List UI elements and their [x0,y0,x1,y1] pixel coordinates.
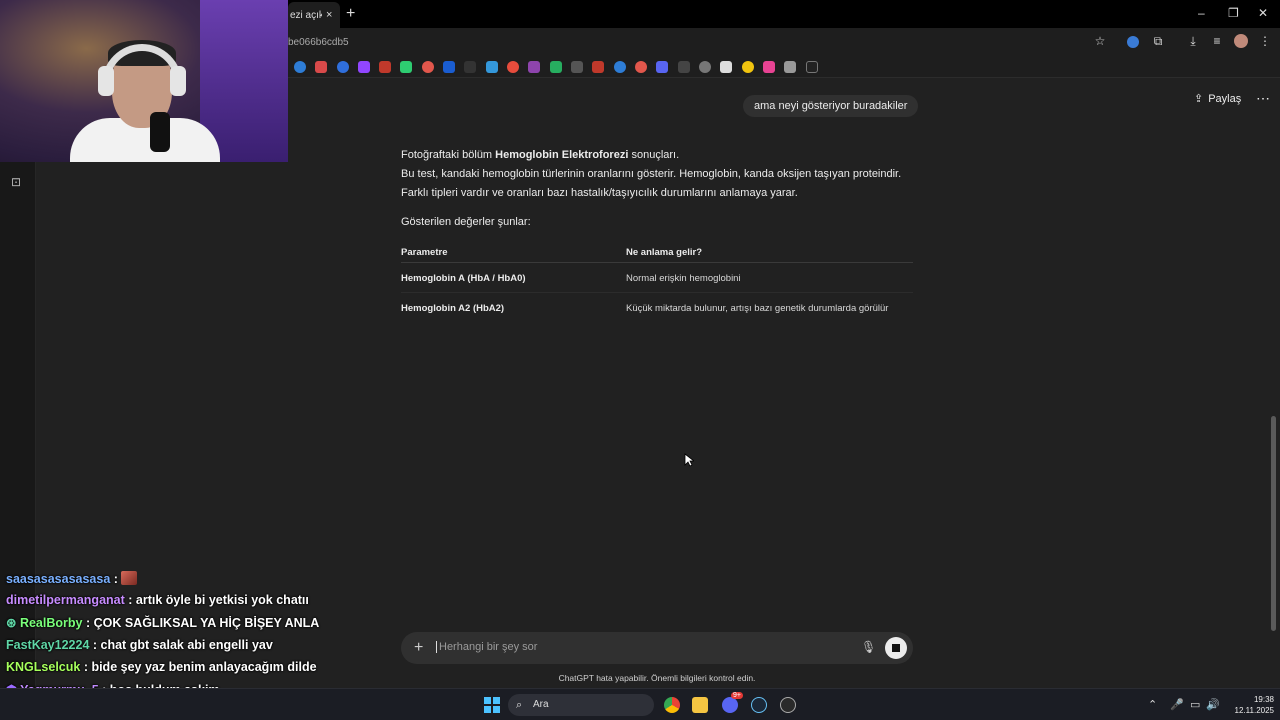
bookmark-icon[interactable] [400,61,412,73]
table-cell: Küçük miktarda bulunur, artışı bazı gene… [626,303,889,314]
table-header: Parametre Ne anlama gelir? [401,241,913,263]
bookmark-icon[interactable] [315,61,327,73]
table-row: Hemoglobin A2 (HbA2) Küçük miktarda bulu… [401,293,913,323]
bookmark-star-icon[interactable]: ☆ [1093,34,1107,48]
bookmark-icon[interactable] [507,61,519,73]
windows-start-icon[interactable] [484,697,500,713]
message-composer[interactable]: + Herhangi bir şey sor 🎙 [401,632,913,664]
column-header-parameter: Parametre [401,247,448,258]
disclaimer-text: ChatGPT hata yapabilir. Önemli bilgileri… [558,673,756,683]
table-cell: Hemoglobin A2 (HbA2) [401,303,505,314]
bookmark-icon[interactable] [528,61,540,73]
steam-icon[interactable] [751,697,767,713]
new-tab-button[interactable]: + [346,5,355,23]
more-options-icon[interactable]: ⋯ [1256,90,1270,107]
bookmark-icon[interactable] [592,61,604,73]
microphone-tray-icon[interactable]: 🎤 [1170,698,1184,711]
bookmark-icon[interactable] [784,61,796,73]
bookmark-icon[interactable] [656,61,668,73]
share-label: Paylaş [1208,92,1242,105]
answer-body: Bu test, kandaki hemoglobin türlerinin o… [401,168,902,199]
bookmark-icon[interactable] [422,61,434,73]
file-explorer-icon[interactable] [692,697,708,713]
webcam-overlay [0,0,288,162]
bookmark-icon[interactable] [486,61,498,73]
bookmark-icon[interactable] [806,61,818,73]
clock-date: 12.11.2025 [1234,706,1274,715]
browser-tab[interactable]: ezi açıkl × [288,2,340,28]
chat-message: KNGLselcuk : bide şey yaz benim anlayaca… [6,660,317,674]
bookmark-icon[interactable] [678,61,690,73]
chrome-icon[interactable] [664,697,680,713]
chat-main: ⇪ Paylaş ⋯ ama neyi gösteriyor buradakil… [288,79,1280,688]
answer-intro: Fotoğraftaki bölüm Hemoglobin Elektrofor… [401,149,680,161]
extensions-puzzle-icon[interactable]: ⧉ [1151,34,1165,48]
share-icon: ⇪ [1194,93,1204,105]
tray-chevron-icon[interactable]: ⌃ [1148,698,1157,711]
bookmark-icon[interactable] [699,61,711,73]
prompt-input[interactable]: Herhangi bir şey sor [436,641,537,653]
browser-menu-icon[interactable]: ⋮ [1258,34,1272,48]
table-row: Hemoglobin A (HbA / HbA0) Normal erişkin… [401,263,913,293]
app-icon[interactable] [780,697,796,713]
assistant-message: Fotoğraftaki bölüm Hemoglobin Elektrofor… [401,146,913,242]
minimize-button[interactable]: – [1198,6,1205,20]
tab-close-icon[interactable]: × [326,9,332,21]
table-cell: Normal erişkin hemoglobini [626,273,741,284]
bookmark-icon[interactable] [742,61,754,73]
discord-badge: 9+ [731,692,743,699]
microphone-icon[interactable]: 🎙 [861,640,876,654]
media-control-icon[interactable]: ≡ [1210,34,1224,48]
bookmark-icon[interactable] [635,61,647,73]
emote-icon [121,571,138,585]
restore-button[interactable]: ❐ [1228,6,1239,20]
bookmark-icon[interactable] [294,61,306,73]
bookmark-icon[interactable] [358,61,370,73]
chatgpt-sidebar-collapsed: ⊡ [0,162,36,688]
share-button[interactable]: ⇪ Paylaş [1194,92,1242,106]
results-table: Parametre Ne anlama gelir? Hemoglobin A … [401,241,913,323]
chat-message: saasasasasasasa : [6,571,138,586]
download-icon[interactable]: ⤓ [1186,34,1200,48]
tab-title: ezi açıkl [290,9,322,21]
search-label: Ara [533,699,549,710]
user-message: ama neyi gösteriyor buradakiler [743,95,919,117]
screen: ezi açıkl × + – ❐ ✕ be066b6cdb5 ☆ ⧉ ⤓ ≡ … [0,0,1280,720]
discord-icon[interactable] [722,697,738,713]
answer-values-intro: Gösterilen değerler şunlar: [401,216,531,228]
chat-message: FastKay12224 : chat gbt salak abi engell… [6,638,273,652]
bookmark-icon[interactable] [464,61,476,73]
network-icon[interactable]: ▭ [1190,698,1200,711]
bookmark-icon[interactable] [443,61,455,73]
taskbar-search[interactable]: ⌕ Ara [508,694,654,716]
volume-icon[interactable]: 🔊 [1206,698,1220,711]
attach-plus-icon[interactable]: + [414,639,423,657]
new-chat-icon[interactable]: ⊡ [11,175,25,189]
bookmark-icon[interactable] [337,61,349,73]
chat-message: dimetilpermanganat : artık öyle bi yetki… [6,593,309,607]
column-header-meaning: Ne anlama gelir? [626,247,703,258]
windows-taskbar: ⌕ Ara 9+ ⌃ 🎤 ▭ 🔊 19:38 12.11.2025 [0,688,1280,720]
bookmark-icon[interactable] [763,61,775,73]
scrollbar[interactable] [1271,416,1276,631]
extension-icon[interactable] [1127,36,1139,48]
url-text[interactable]: be066b6cdb5 [288,37,349,48]
bookmark-icon[interactable] [720,61,732,73]
mouse-cursor-icon [684,453,694,467]
bookmark-icon[interactable] [571,61,583,73]
table-cell: Hemoglobin A (HbA / HbA0) [401,273,526,284]
taskbar-clock[interactable]: 19:38 12.11.2025 [1222,694,1274,716]
search-icon: ⌕ [516,699,523,711]
bookmark-icon[interactable] [614,61,626,73]
bookmark-icon[interactable] [379,61,391,73]
close-window-button[interactable]: ✕ [1258,6,1268,20]
chat-message: ⊛ RealBorby : ÇOK SAĞLIKSAL YA HİÇ BİŞEY… [6,616,320,630]
badge-icon: ⊛ [6,616,20,630]
stop-generating-button[interactable] [885,637,907,659]
bookmark-icon[interactable] [550,61,562,73]
profile-avatar-icon[interactable] [1234,34,1248,48]
clock-time: 19:38 [1253,695,1274,704]
